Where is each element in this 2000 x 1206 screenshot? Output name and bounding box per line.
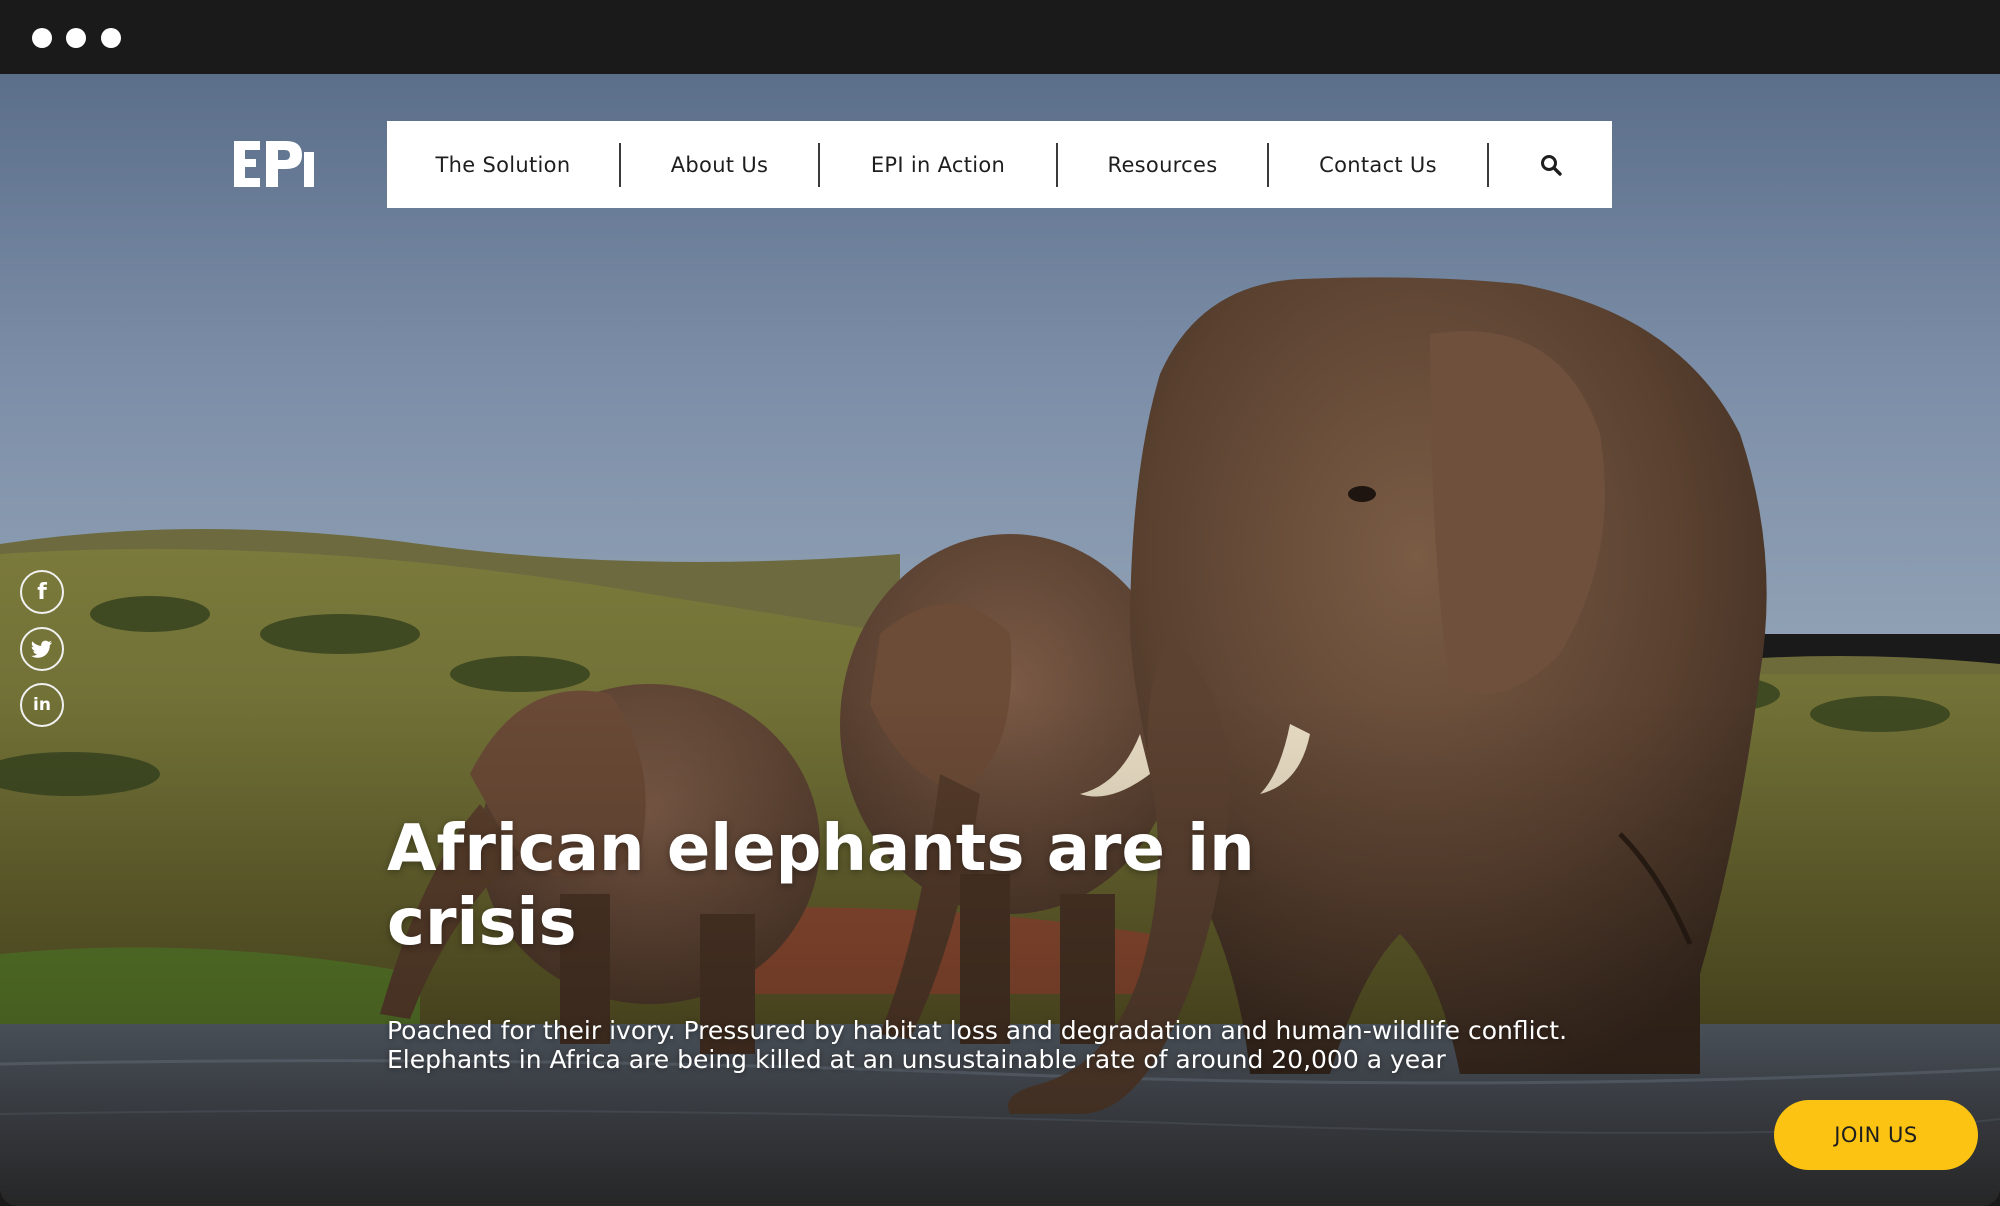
- hero-headline: African elephants are in crisis: [387, 812, 1255, 960]
- linkedin-icon[interactable]: in: [20, 683, 64, 727]
- window-control-maximize[interactable]: [101, 28, 121, 48]
- epi-logo-icon[interactable]: [234, 138, 314, 190]
- window-control-close[interactable]: [32, 28, 52, 48]
- nav-item-contact-us[interactable]: Contact Us: [1269, 121, 1487, 208]
- nav-item-the-solution[interactable]: The Solution: [387, 121, 619, 208]
- hero-subtext: Poached for their ivory. Pressured by ha…: [387, 1016, 1568, 1074]
- facebook-icon[interactable]: f: [20, 570, 64, 614]
- join-us-button[interactable]: JOIN US: [1774, 1100, 1978, 1170]
- search-button[interactable]: [1489, 121, 1612, 208]
- main-nav: The Solution About Us EPI in Action Reso…: [387, 121, 1612, 208]
- browser-frame: The Solution About Us EPI in Action Reso…: [0, 0, 2000, 1206]
- window-control-minimize[interactable]: [66, 28, 86, 48]
- nav-item-epi-in-action[interactable]: EPI in Action: [820, 121, 1056, 208]
- search-icon: [1540, 154, 1562, 176]
- nav-item-about-us[interactable]: About Us: [621, 121, 818, 208]
- nav-item-resources[interactable]: Resources: [1058, 121, 1267, 208]
- twitter-icon[interactable]: [20, 627, 64, 671]
- window-chrome: [0, 0, 2000, 74]
